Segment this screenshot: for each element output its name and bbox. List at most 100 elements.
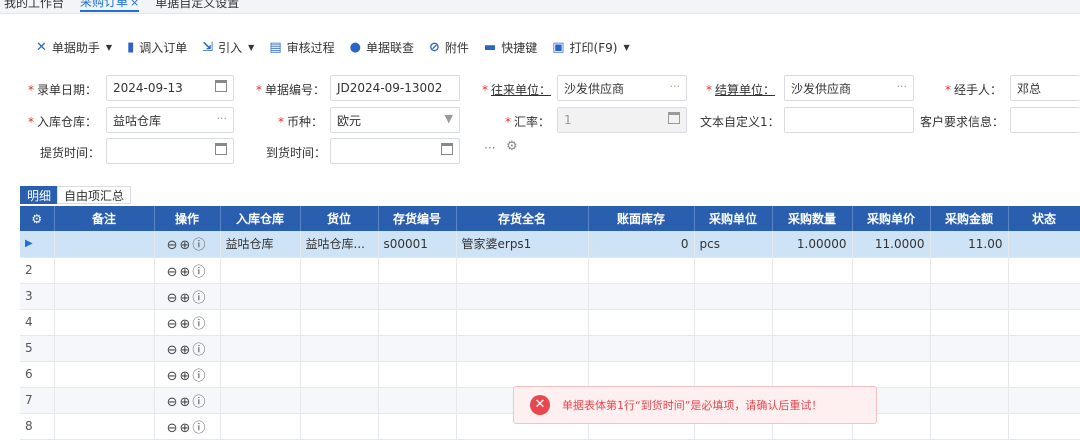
cell-location[interactable] bbox=[300, 257, 379, 284]
cell-location[interactable] bbox=[300, 387, 379, 414]
tab-purchase-order[interactable]: 采购订单 × bbox=[80, 0, 140, 12]
custom1-field[interactable] bbox=[784, 107, 914, 133]
calendar-icon[interactable] bbox=[215, 80, 227, 92]
doc-assistant-button[interactable]: ✕ 单据助手 ▼ bbox=[36, 39, 112, 56]
cell-location[interactable] bbox=[300, 283, 379, 310]
col-header-name[interactable]: 存货全名 bbox=[456, 206, 589, 231]
cell-code[interactable] bbox=[378, 335, 457, 362]
col-header-warehouse[interactable]: 入库仓库 bbox=[220, 206, 301, 231]
cell-name[interactable]: 管家婆erps1 bbox=[456, 231, 589, 258]
settle-field[interactable]: 沙发供应商 ··· bbox=[784, 75, 914, 101]
cell-name[interactable] bbox=[456, 283, 589, 310]
cell-price[interactable] bbox=[852, 309, 931, 336]
cell-note[interactable] bbox=[54, 361, 155, 388]
table-row[interactable]: ▶ ⊖⊕ⓘ 益咕仓库 益咕仓库... s00001 管家婆erps1 0 pcs… bbox=[20, 231, 1080, 258]
table-row[interactable]: 3 ⊖⊕ⓘ bbox=[20, 283, 1080, 310]
more-icon[interactable]: ··· bbox=[484, 141, 495, 155]
cell-location[interactable] bbox=[300, 413, 379, 440]
entry-date-field[interactable]: 2024-09-13 bbox=[106, 75, 234, 101]
cell-note[interactable] bbox=[54, 283, 155, 310]
pickup-time-field[interactable] bbox=[106, 138, 234, 164]
row-ops-icons[interactable]: ⊖⊕ⓘ bbox=[154, 283, 221, 310]
partner-field[interactable]: 沙发供应商 ··· bbox=[557, 75, 687, 101]
tab-workbench[interactable]: 我的工作台 bbox=[4, 0, 64, 11]
cell-warehouse[interactable] bbox=[220, 283, 301, 310]
cell-code[interactable] bbox=[378, 387, 457, 414]
cell-warehouse[interactable] bbox=[220, 309, 301, 336]
cell-name[interactable] bbox=[456, 257, 589, 284]
row-ops-icons[interactable]: ⊖⊕ⓘ bbox=[154, 413, 221, 440]
col-header-code[interactable]: 存货编号 bbox=[378, 206, 457, 231]
col-header-price[interactable]: 采购单价 bbox=[852, 206, 931, 231]
cell-qty[interactable] bbox=[772, 257, 853, 284]
cell-code[interactable] bbox=[378, 309, 457, 336]
col-header-ops[interactable]: 操作 bbox=[154, 206, 221, 231]
cell-note[interactable] bbox=[54, 309, 155, 336]
cell-qty[interactable]: 1.00000 bbox=[772, 231, 853, 258]
cell-amount[interactable] bbox=[930, 257, 1009, 284]
cell-unit[interactable] bbox=[694, 309, 773, 336]
cell-name[interactable] bbox=[456, 335, 589, 362]
cell-name[interactable] bbox=[456, 361, 589, 388]
cell-code[interactable] bbox=[378, 283, 457, 310]
cell-location[interactable] bbox=[300, 309, 379, 336]
cell-warehouse[interactable] bbox=[220, 413, 301, 440]
audit-process-button[interactable]: ▤ 审核过程 bbox=[269, 39, 334, 56]
calculator-icon[interactable] bbox=[668, 112, 680, 124]
cell-qty[interactable] bbox=[772, 309, 853, 336]
tab-free-summary[interactable]: 自由项汇总 bbox=[57, 186, 132, 204]
cell-note[interactable] bbox=[54, 257, 155, 284]
cell-unit[interactable] bbox=[694, 283, 773, 310]
table-row[interactable]: 5 ⊖⊕ⓘ bbox=[20, 335, 1080, 362]
doc-link-button[interactable]: ● 单据联查 bbox=[350, 39, 414, 56]
row-ops-icons[interactable]: ⊖⊕ⓘ bbox=[154, 309, 221, 336]
table-row[interactable]: 6 ⊖⊕ⓘ bbox=[20, 361, 1080, 388]
tab-custom-settings[interactable]: 单据自定义设置 bbox=[155, 0, 239, 11]
cell-amount[interactable] bbox=[930, 387, 1009, 414]
cell-unit[interactable]: pcs bbox=[694, 231, 773, 258]
cell-note[interactable] bbox=[54, 231, 155, 258]
cell-location[interactable]: 益咕仓库... bbox=[300, 231, 379, 258]
cell-amount[interactable] bbox=[930, 335, 1009, 362]
cell-warehouse[interactable] bbox=[220, 387, 301, 414]
col-header-stock[interactable]: 账面库存 bbox=[588, 206, 695, 231]
warehouse-field[interactable]: 益咕仓库 ··· bbox=[106, 107, 234, 133]
cell-amount[interactable] bbox=[930, 309, 1009, 336]
calendar-icon[interactable] bbox=[215, 143, 227, 155]
cell-warehouse[interactable] bbox=[220, 335, 301, 362]
print-button[interactable]: ▣ 打印(F9) ▼ bbox=[552, 39, 629, 56]
more-icon[interactable]: ··· bbox=[217, 112, 228, 125]
cell-warehouse[interactable] bbox=[220, 257, 301, 284]
shortcut-button[interactable]: ▬ 快捷键 bbox=[484, 39, 537, 56]
cell-amount[interactable] bbox=[930, 361, 1009, 388]
cell-code[interactable]: s00001 bbox=[378, 231, 457, 258]
import-button[interactable]: ⇲ 引入 ▼ bbox=[202, 39, 254, 56]
cell-note[interactable] bbox=[54, 335, 155, 362]
table-row[interactable]: 4 ⊖⊕ⓘ bbox=[20, 309, 1080, 336]
arrival-time-field[interactable] bbox=[330, 138, 460, 164]
more-icon[interactable]: ··· bbox=[897, 80, 908, 93]
col-header-amount[interactable]: 采购金额 bbox=[930, 206, 1009, 231]
cell-note[interactable] bbox=[54, 387, 155, 414]
cell-price[interactable] bbox=[852, 257, 931, 284]
cell-amount[interactable]: 11.00 bbox=[930, 231, 1009, 258]
col-header-status[interactable]: 状态 bbox=[1008, 206, 1080, 231]
calendar-icon[interactable] bbox=[441, 143, 453, 155]
cell-code[interactable] bbox=[378, 361, 457, 388]
cell-qty[interactable] bbox=[772, 335, 853, 362]
cell-warehouse[interactable] bbox=[220, 361, 301, 388]
handler-field[interactable]: 邓总 bbox=[1010, 75, 1080, 101]
more-icon[interactable]: ··· bbox=[670, 80, 681, 93]
cell-unit[interactable] bbox=[694, 257, 773, 284]
cell-code[interactable] bbox=[378, 257, 457, 284]
col-header-note[interactable]: 备注 bbox=[54, 206, 155, 231]
doc-no-field[interactable]: JD2024-09-13002 bbox=[330, 75, 460, 101]
settle-label[interactable]: * 结算单位： bbox=[706, 81, 775, 98]
attachment-button[interactable]: ⊘ 附件 bbox=[429, 39, 469, 56]
cell-note[interactable] bbox=[54, 413, 155, 440]
cell-amount[interactable] bbox=[930, 283, 1009, 310]
currency-select[interactable]: 欧元 ▼ bbox=[330, 107, 460, 133]
partner-label[interactable]: * 往来单位： bbox=[482, 81, 551, 98]
cell-price[interactable] bbox=[852, 361, 931, 388]
cell-price[interactable] bbox=[852, 283, 931, 310]
